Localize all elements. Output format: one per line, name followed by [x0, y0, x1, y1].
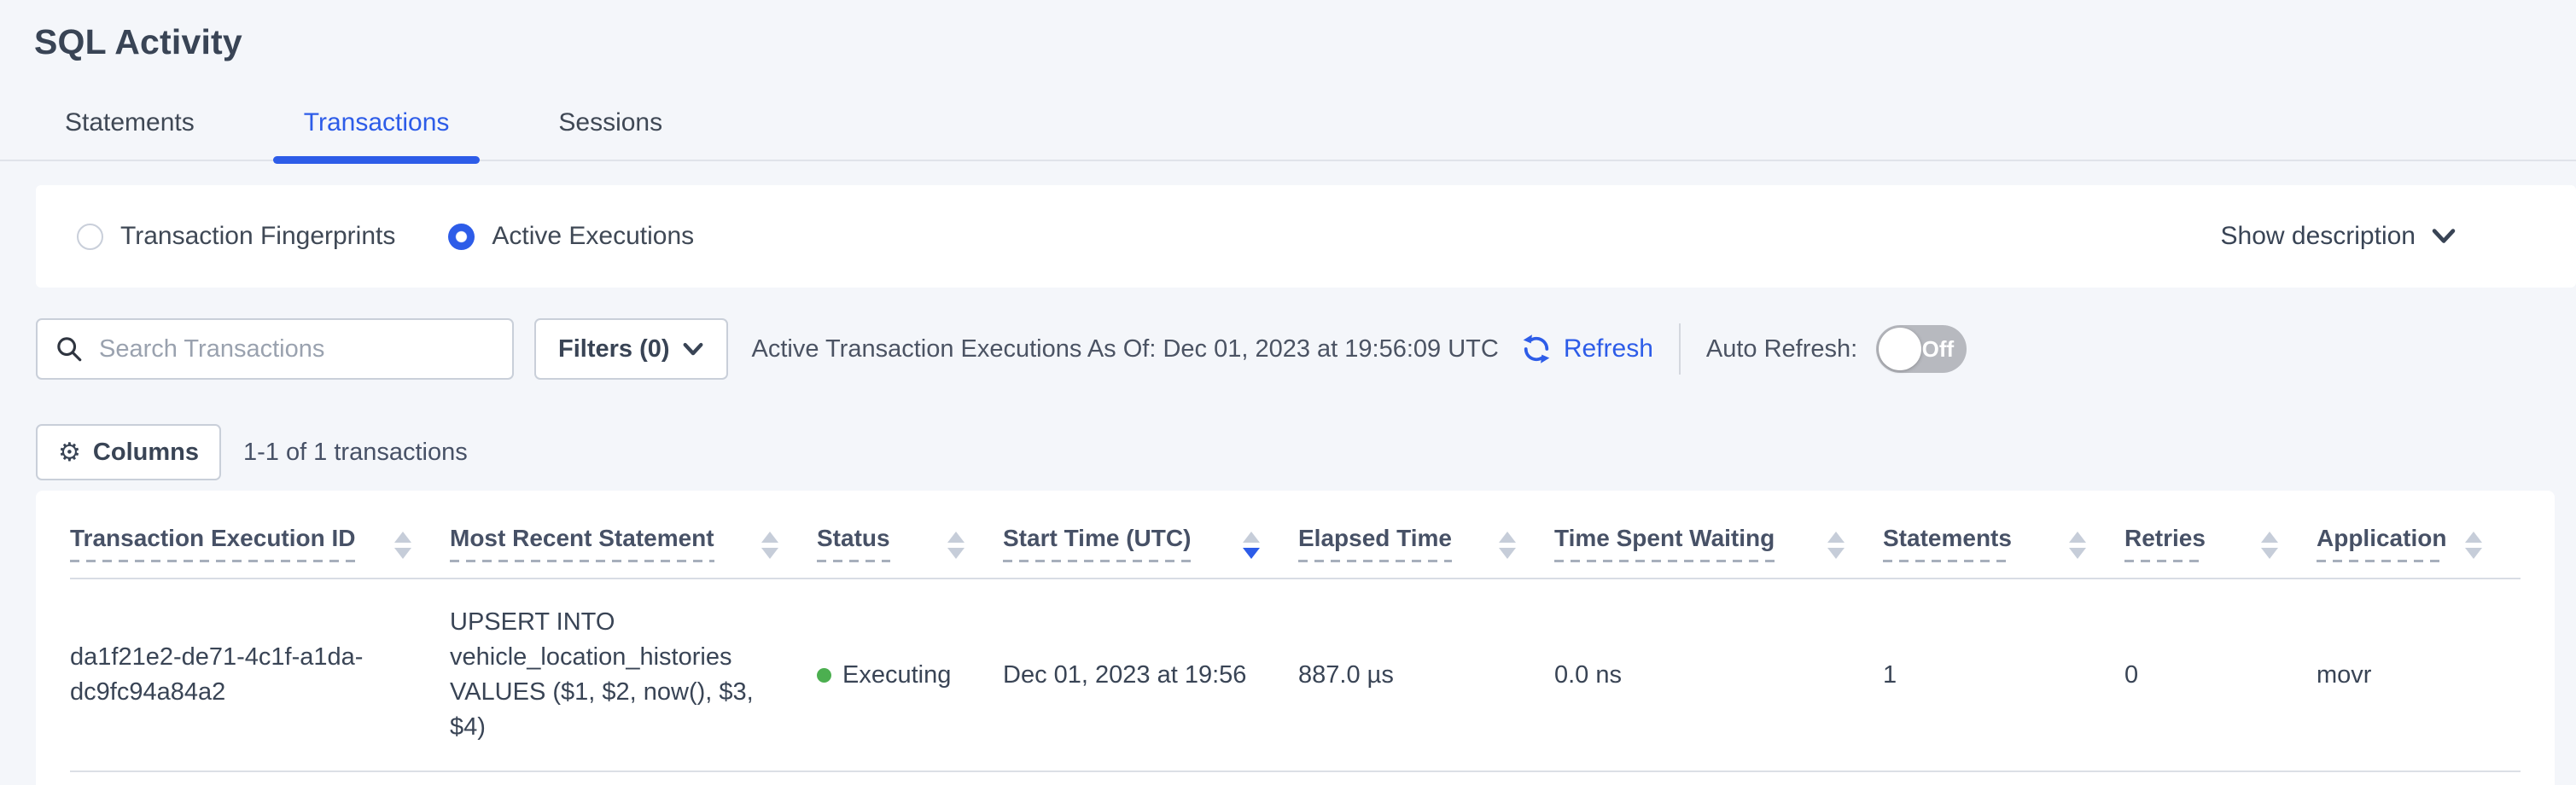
- status-label: Executing: [842, 658, 951, 693]
- column-header-application[interactable]: Application: [2317, 491, 2521, 579]
- cell-most-recent-statement: UPSERT INTO vehicle_location_histories V…: [450, 579, 817, 771]
- sort-arrows-icon: [394, 532, 411, 559]
- result-count: 1-1 of 1 transactions: [243, 439, 468, 467]
- sort-arrows-icon: [947, 532, 965, 559]
- transactions-table: Transaction Execution ID Most Recent Sta…: [70, 491, 2521, 772]
- sort-arrows-icon: [761, 532, 778, 559]
- column-header-status[interactable]: Status: [817, 491, 1003, 579]
- view-toggle-card: Transaction Fingerprints Active Executio…: [36, 185, 2576, 288]
- columns-button[interactable]: ⚙ Columns: [36, 424, 221, 480]
- column-header-start-time[interactable]: Start Time (UTC): [1003, 491, 1298, 579]
- sync-arrows-icon: [1521, 334, 1552, 364]
- search-box[interactable]: [36, 318, 514, 380]
- chevron-down-icon: [2431, 228, 2457, 245]
- column-header-retries[interactable]: Retries: [2124, 491, 2317, 579]
- radio-label: Transaction Fingerprints: [120, 222, 395, 251]
- cell-elapsed-time: 887.0 µs: [1298, 579, 1554, 771]
- filters-label: Filters (0): [558, 335, 670, 363]
- show-description-label: Show description: [2221, 222, 2416, 251]
- toolbar: Filters (0) Active Transaction Execution…: [36, 318, 2576, 380]
- sort-arrows-icon: [2261, 532, 2278, 559]
- cell-application: movr: [2317, 579, 2521, 771]
- column-header-statements[interactable]: Statements: [1883, 491, 2124, 579]
- cell-transaction-execution-id: da1f21e2-de71-4c1f-a1da-dc9fc94a84a2: [70, 579, 450, 771]
- tab-bar: Statements Transactions Sessions: [0, 108, 2576, 161]
- column-header-transaction-execution-id[interactable]: Transaction Execution ID: [70, 491, 450, 579]
- show-description-toggle[interactable]: Show description: [2221, 222, 2457, 251]
- tab-statements[interactable]: Statements: [34, 108, 225, 160]
- column-header-elapsed-time[interactable]: Elapsed Time: [1298, 491, 1554, 579]
- toggle-state-label: Off: [1922, 336, 1955, 363]
- status-executing-dot-icon: [817, 668, 831, 683]
- as-of-timestamp: Active Transaction Executions As Of: Dec…: [752, 335, 1499, 363]
- search-input[interactable]: [99, 335, 495, 363]
- sort-arrows-icon: [1243, 532, 1260, 559]
- radio-circle-icon[interactable]: [448, 224, 475, 250]
- cell-start-time: Dec 01, 2023 at 19:56: [1003, 579, 1298, 771]
- columns-label: Columns: [93, 439, 199, 467]
- cell-time-spent-waiting: 0.0 ns: [1554, 579, 1883, 771]
- tab-transactions[interactable]: Transactions: [273, 108, 481, 160]
- tab-sessions[interactable]: Sessions: [527, 108, 693, 160]
- sort-arrows-icon: [2069, 532, 2086, 559]
- refresh-label: Refresh: [1564, 334, 1653, 363]
- sort-arrows-icon: [1827, 532, 1845, 559]
- radio-active-executions[interactable]: Active Executions: [448, 222, 694, 251]
- filters-button[interactable]: Filters (0): [534, 318, 728, 380]
- toggle-knob: [1879, 328, 1921, 370]
- auto-refresh-label: Auto Refresh:: [1706, 335, 1857, 363]
- execution-view-radio-group: Transaction Fingerprints Active Executio…: [77, 222, 747, 251]
- gear-icon: ⚙: [58, 438, 81, 468]
- table-row: da1f21e2-de71-4c1f-a1da-dc9fc94a84a2 UPS…: [70, 579, 2521, 771]
- cell-statements: 1: [1883, 579, 2124, 771]
- page-title: SQL Activity: [34, 22, 2576, 62]
- auto-refresh-toggle[interactable]: Off: [1876, 325, 1967, 373]
- toolbar-divider: [1679, 323, 1681, 375]
- column-header-time-spent-waiting[interactable]: Time Spent Waiting: [1554, 491, 1883, 579]
- radio-label: Active Executions: [492, 222, 694, 251]
- transactions-table-card: Transaction Execution ID Most Recent Sta…: [36, 491, 2555, 785]
- radio-circle-icon[interactable]: [77, 224, 103, 250]
- cell-status: Executing: [817, 579, 1003, 771]
- table-controls: ⚙ Columns 1-1 of 1 transactions: [36, 424, 2576, 480]
- refresh-button[interactable]: Refresh: [1521, 334, 1653, 364]
- auto-refresh-control: Auto Refresh: Off: [1706, 325, 1967, 373]
- sort-arrows-icon: [1499, 532, 1516, 559]
- chevron-down-icon: [682, 342, 704, 357]
- table-header-row: Transaction Execution ID Most Recent Sta…: [70, 491, 2521, 579]
- column-header-most-recent-statement[interactable]: Most Recent Statement: [450, 491, 817, 579]
- cell-retries: 0: [2124, 579, 2317, 771]
- search-icon: [55, 334, 84, 363]
- radio-transaction-fingerprints[interactable]: Transaction Fingerprints: [77, 222, 395, 251]
- sort-arrows-icon: [2465, 532, 2482, 559]
